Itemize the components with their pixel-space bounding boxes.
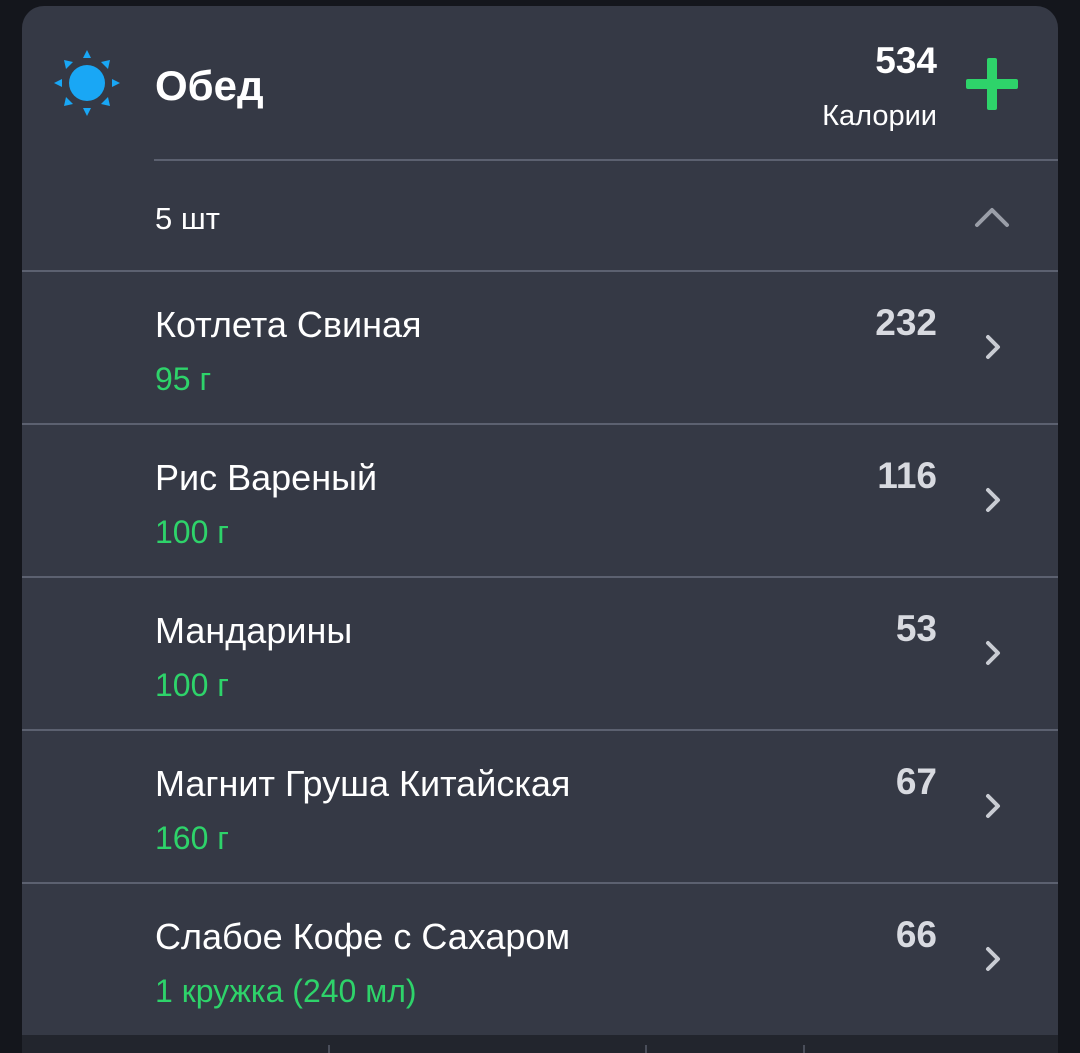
food-portion: 160 г — [155, 820, 229, 856]
add-food-button[interactable] — [960, 52, 1024, 116]
food-name: Слабое Кофе с Сахаром — [155, 916, 571, 957]
food-item[interactable]: Мандарины 100 г 53 — [22, 576, 1058, 729]
chevron-right-icon — [986, 947, 1000, 971]
food-name: Мандарины — [155, 610, 353, 651]
food-portion: 100 г — [155, 514, 229, 550]
meal-title: Обед — [155, 62, 264, 109]
food-calories: 67 — [895, 761, 937, 802]
food-calories: 232 — [875, 302, 937, 343]
food-name: Магнит Груша Китайская — [155, 763, 571, 804]
food-portion: 95 г — [155, 361, 212, 397]
food-name: Рис Вареный — [155, 457, 378, 498]
column-divider — [803, 1045, 805, 1053]
food-item[interactable]: Рис Вареный 100 г 116 — [22, 423, 1058, 576]
nutrition-summary-bar — [22, 1035, 1058, 1053]
meal-header: Обед 534 Калории — [22, 6, 1058, 160]
food-list: Котлета Свиная 95 г 232 Рис Вареный 100 … — [22, 270, 1058, 1035]
chevron-right-icon — [986, 794, 1000, 818]
chevron-right-icon — [986, 488, 1000, 512]
calories-label: Калории — [822, 100, 937, 132]
item-count-label: 5 шт — [155, 201, 220, 236]
total-calories: 534 — [875, 40, 937, 81]
sun-icon — [54, 50, 120, 116]
food-calories: 116 — [877, 455, 937, 496]
food-name: Котлета Свиная — [155, 304, 422, 345]
chevron-right-icon — [986, 335, 1000, 359]
food-portion: 1 кружка (240 мл) — [155, 973, 417, 1009]
food-item[interactable]: Котлета Свиная 95 г 232 — [22, 270, 1058, 423]
column-divider — [328, 1045, 330, 1053]
food-item[interactable]: Магнит Груша Китайская 160 г 67 — [22, 729, 1058, 882]
chevron-right-icon — [986, 641, 1000, 665]
food-portion: 100 г — [155, 667, 229, 703]
column-divider — [645, 1045, 647, 1053]
chevron-up-icon[interactable] — [972, 201, 1012, 231]
food-calories: 66 — [895, 914, 937, 955]
meal-card: Обед 534 Калории 5 шт Котлета Свиная 95 … — [22, 6, 1058, 1053]
food-item[interactable]: Слабое Кофе с Сахаром 1 кружка (240 мл) … — [22, 882, 1058, 1035]
item-count-row[interactable]: 5 шт — [22, 161, 1058, 270]
food-calories: 53 — [895, 608, 937, 649]
